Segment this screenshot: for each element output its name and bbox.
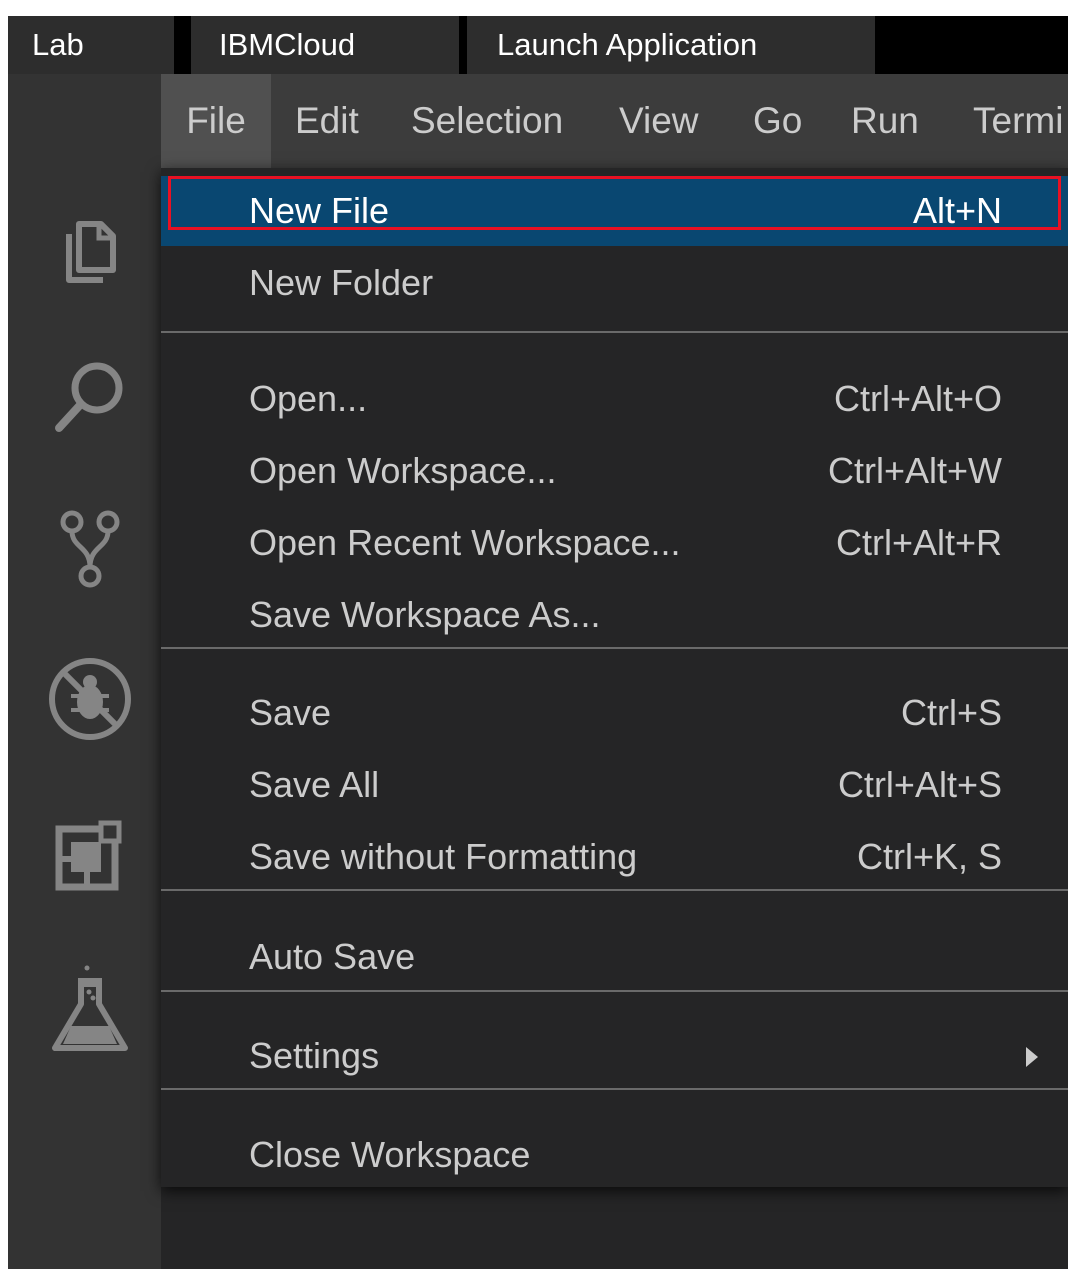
ide-window: Lab IBMCloud Launch Application File Edi… [8,16,1068,1269]
activity-bar [8,74,161,1269]
tab-lab[interactable]: Lab [8,16,174,74]
menu-item-save-all[interactable]: Save All Ctrl+Alt+S [161,750,1068,820]
menu-item-new-file[interactable]: New File Alt+N [161,176,1068,246]
menu-item-label: Save All [249,764,380,805]
menu-item-shortcut: Ctrl+Alt+W [827,450,1002,491]
menu-item-shortcut: Ctrl+K, S [856,836,1002,877]
menu-selection[interactable]: Selection [411,74,563,168]
menu-item-save[interactable]: Save Ctrl+S [161,678,1068,748]
menu-item-label: Save Workspace As... [249,594,601,635]
menu-item-shortcut: Alt+N [912,190,1002,231]
menu-file[interactable]: File [161,74,271,168]
menu-item-label: New File [249,190,390,231]
menu-item-label: Open Recent Workspace... [249,522,681,563]
menu-item-label: Auto Save [249,936,416,977]
menu-separator [161,331,1068,333]
menu-item-label: Open... [249,378,368,419]
menu-item-open-workspace[interactable]: Open Workspace... Ctrl+Alt+W [161,436,1068,506]
menu-item-label: Save without Formatting [249,836,638,877]
menu-item-label: Save [249,692,332,733]
tab-launch-application[interactable]: Launch Application [467,16,875,74]
menu-item-open-recent-workspace[interactable]: Open Recent Workspace... Ctrl+Alt+R [161,508,1068,578]
menu-item-label: Close Workspace [249,1134,531,1175]
debug-icon[interactable] [45,654,135,744]
tab-strip: Lab IBMCloud Launch Application [8,16,1068,74]
menu-go[interactable]: Go [753,74,802,168]
search-icon[interactable] [45,352,135,442]
menu-item-label: Open Workspace... [249,450,557,491]
menu-item-shortcut: Ctrl+Alt+S [837,764,1002,805]
tab-ibmcloud[interactable]: IBMCloud [191,16,459,74]
file-menu-dropdown: New File Alt+N New Folder Open... Ctrl+A… [161,168,1068,1187]
menu-item-shortcut: Ctrl+Alt+O [833,378,1002,419]
menu-item-settings[interactable]: Settings [161,1021,1068,1091]
menu-view[interactable]: View [619,74,699,168]
menu-separator [161,647,1068,649]
menu-separator [161,1088,1068,1090]
menu-item-label: New Folder [249,262,434,303]
menu-separator [161,990,1068,992]
menu-item-auto-save[interactable]: Auto Save [161,922,1068,992]
menu-item-save-workspace-as[interactable]: Save Workspace As... [161,580,1068,650]
menu-item-label: Settings [249,1035,380,1076]
explorer-icon[interactable] [45,204,135,294]
menu-item-save-without-formatting[interactable]: Save without Formatting Ctrl+K, S [161,822,1068,892]
source-control-icon[interactable] [45,502,135,592]
menu-item-shortcut: Ctrl+Alt+R [835,522,1002,563]
menu-run[interactable]: Run [851,74,919,168]
menubar: File Edit Selection View Go Run Termi [161,74,1068,168]
extensions-icon[interactable] [45,809,135,899]
menu-item-close-workspace[interactable]: Close Workspace [161,1120,1068,1190]
menu-item-shortcut: Ctrl+S [900,692,1002,733]
menu-terminal[interactable]: Termi [973,74,1063,168]
submenu-arrow-icon [1026,1047,1038,1067]
menu-edit[interactable]: Edit [295,74,359,168]
menu-separator [161,889,1068,891]
testing-flask-icon[interactable] [45,964,135,1054]
menu-item-open[interactable]: Open... Ctrl+Alt+O [161,364,1068,434]
menu-item-new-folder[interactable]: New Folder [161,248,1068,318]
